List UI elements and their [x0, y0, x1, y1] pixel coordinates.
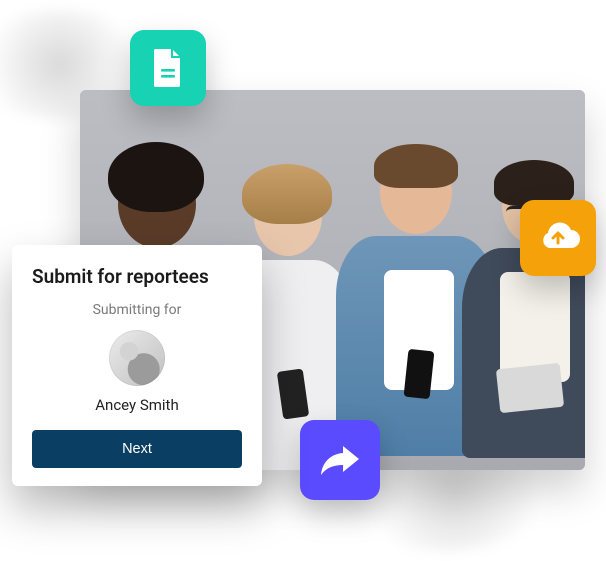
card-subtitle: Submitting for [32, 302, 242, 318]
document-icon [150, 47, 186, 89]
card-title: Submit for reportees [32, 265, 242, 288]
next-button[interactable]: Next [32, 430, 242, 468]
cloud-upload-tile [520, 200, 596, 276]
document-tile [130, 30, 206, 106]
stage: Submit for reportees Submitting for Ance… [0, 0, 606, 533]
share-tile [300, 420, 380, 500]
avatar [109, 330, 165, 386]
cloud-upload-icon [535, 221, 581, 255]
submit-card: Submit for reportees Submitting for Ance… [12, 245, 262, 486]
reportee-name: Ancey Smith [32, 396, 242, 414]
share-arrow-icon [317, 440, 363, 480]
